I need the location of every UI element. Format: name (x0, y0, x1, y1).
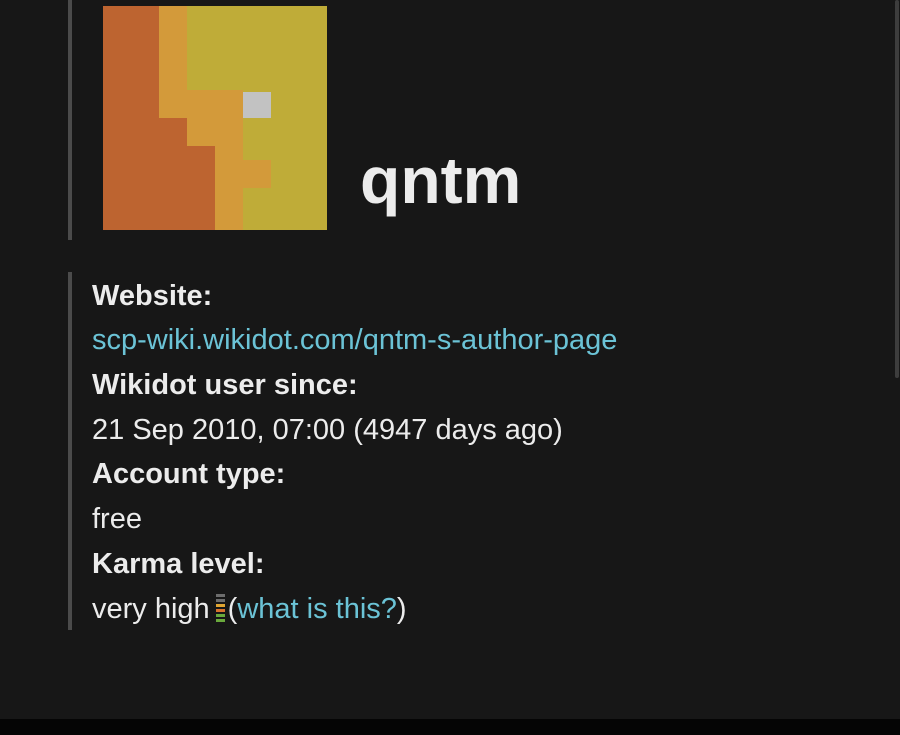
profile-info: Website: scp-wiki.wikidot.com/qntm-s-aut… (68, 272, 872, 630)
karma-paren-close: ) (396, 593, 407, 625)
karma-level-row: very high (what is this?) (92, 589, 407, 629)
website-label: Website: (92, 280, 213, 312)
bottom-bar (0, 719, 900, 735)
pixel-avatar-icon (103, 6, 327, 230)
karma-meter-icon (214, 592, 226, 622)
user-since-value: 21 Sep 2010, 07:00 (4947 days ago) (92, 414, 563, 446)
user-since-label: Wikidot user since: (92, 369, 358, 401)
karma-level-value: very high (92, 593, 210, 625)
website-row: scp-wiki.wikidot.com/qntm-s-author-page (92, 320, 617, 360)
profile-header: qntm (68, 0, 672, 240)
scrollbar-thumb[interactable] (895, 0, 899, 378)
karma-help-link[interactable]: what is this? (237, 593, 397, 625)
account-type-value: free (92, 503, 142, 535)
website-link[interactable]: scp-wiki.wikidot.com/qntm-s-author-page (92, 324, 617, 356)
account-type-label: Account type: (92, 458, 286, 490)
scrollbar[interactable] (894, 0, 900, 719)
user-profile-page: qntm Website: scp-wiki.wikidot.com/qntm-… (0, 0, 900, 735)
karma-level-label: Karma level: (92, 548, 265, 580)
karma-paren-open: ( (227, 593, 238, 625)
profile-username: qntm (360, 143, 522, 217)
